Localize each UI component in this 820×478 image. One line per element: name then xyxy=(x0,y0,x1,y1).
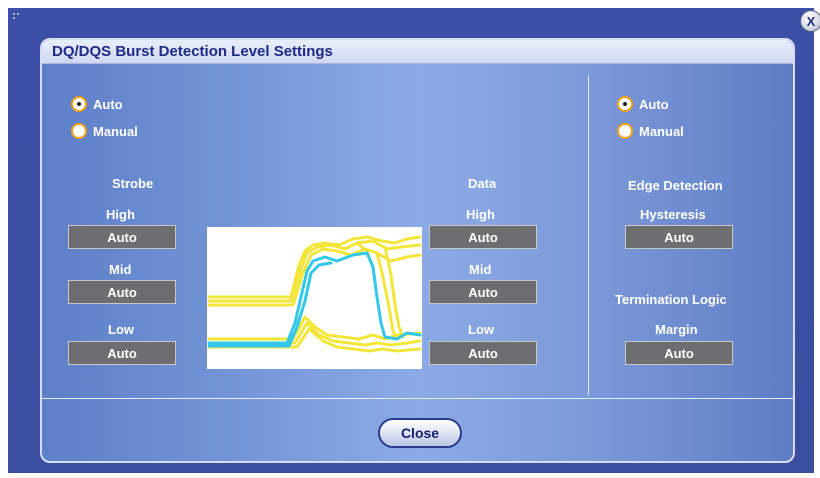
data-low-field[interactable]: Auto xyxy=(429,341,537,365)
strobe-high-label: High xyxy=(106,207,135,222)
strobe-high-field[interactable]: Auto xyxy=(68,225,176,249)
radio-checked-icon xyxy=(617,96,633,112)
waveform-preview-image xyxy=(207,227,422,369)
radio-unchecked-icon xyxy=(71,123,87,139)
margin-label: Margin xyxy=(655,322,698,337)
close-icon[interactable]: X xyxy=(800,10,820,32)
resize-grip-icon xyxy=(13,13,19,19)
footer-divider xyxy=(42,398,793,399)
strobe-low-label: Low xyxy=(108,322,134,337)
section-divider xyxy=(588,75,589,395)
strobe-mid-field[interactable]: Auto xyxy=(68,280,176,304)
data-high-label: High xyxy=(466,207,495,222)
strobe-heading: Strobe xyxy=(112,176,154,191)
strobe-low-field[interactable]: Auto xyxy=(68,341,176,365)
data-mid-label: Mid xyxy=(469,262,492,277)
data-mid-field[interactable]: Auto xyxy=(429,280,537,304)
edge-manual-radio[interactable]: Manual xyxy=(617,123,684,139)
radio-unchecked-icon xyxy=(617,123,633,139)
data-heading: Data xyxy=(468,176,497,191)
radio-label: Manual xyxy=(639,123,684,139)
margin-field[interactable]: Auto xyxy=(625,341,733,365)
strobe-mid-label: Mid xyxy=(109,262,132,277)
strobe-data-auto-radio[interactable]: Auto xyxy=(71,96,123,112)
radio-checked-icon xyxy=(71,96,87,112)
radio-label: Auto xyxy=(639,96,669,112)
data-high-field[interactable]: Auto xyxy=(429,225,537,249)
radio-label: Manual xyxy=(93,123,138,139)
burst-detection-dialog: DQ/DQS Burst Detection Level Settings Au… xyxy=(40,38,795,463)
data-low-label: Low xyxy=(468,322,494,337)
termination-logic-heading: Termination Logic xyxy=(615,292,727,307)
edge-auto-radio[interactable]: Auto xyxy=(617,96,669,112)
dialog-title: DQ/DQS Burst Detection Level Settings xyxy=(42,40,793,64)
edge-detection-heading: Edge Detection xyxy=(628,178,723,193)
strobe-data-manual-radio[interactable]: Manual xyxy=(71,123,138,139)
hysteresis-field[interactable]: Auto xyxy=(625,225,733,249)
close-button[interactable]: Close xyxy=(378,418,462,448)
hysteresis-label: Hysteresis xyxy=(640,207,706,222)
radio-label: Auto xyxy=(93,96,123,112)
